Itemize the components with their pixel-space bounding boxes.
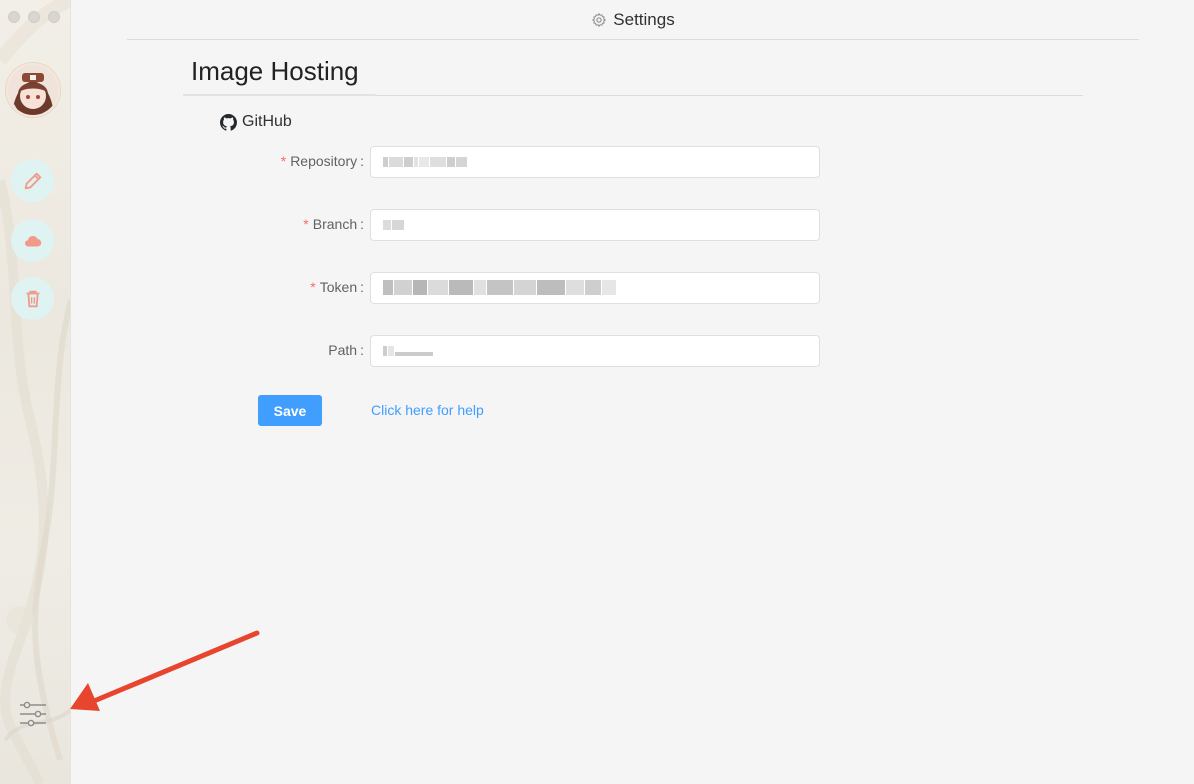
required-marker: * (280, 153, 287, 169)
app-window: Settings Image Hosting GitHub * Repositor… (0, 0, 1194, 784)
nav-cloud-button[interactable] (11, 219, 54, 262)
provider-label: GitHub (242, 113, 292, 130)
repository-label-text: Repository (290, 153, 358, 169)
required-marker: * (310, 279, 316, 295)
branch-label-text: Branch (312, 216, 358, 232)
help-link[interactable]: Click here for help (371, 402, 484, 418)
label-colon: : (360, 279, 364, 295)
repository-input[interactable] (370, 146, 820, 178)
label-colon: : (360, 153, 364, 169)
annotation-arrow (70, 630, 260, 711)
avatar[interactable] (6, 63, 60, 117)
path-input[interactable] (370, 335, 820, 367)
branch-label: * Branch: (303, 216, 364, 232)
nav-trash-button[interactable] (11, 277, 54, 320)
form-row-token: * Token: (200, 272, 820, 304)
heading-underline (183, 94, 375, 96)
token-label-text: Token (319, 279, 358, 295)
page-title: Image Hosting (191, 56, 359, 86)
close-window-button[interactable] (8, 11, 20, 23)
avatar-image (8, 65, 58, 115)
github-icon (220, 113, 237, 131)
settings-nav-button[interactable] (17, 699, 49, 729)
sidebar-background-art (0, 0, 70, 784)
branch-input[interactable] (370, 209, 820, 241)
provider-header: GitHub (220, 113, 292, 131)
section-heading: Image Hosting (183, 52, 1083, 96)
sidebar (0, 0, 71, 784)
label-colon: : (360, 342, 364, 358)
form-row-repository: * Repository: (200, 146, 820, 178)
cloud-icon (24, 235, 41, 247)
window-title: Settings (613, 9, 675, 29)
title-bar: Settings (127, 0, 1139, 40)
form-row-branch: * Branch: (200, 209, 820, 241)
sliders-icon (20, 701, 46, 727)
required-marker: * (303, 216, 309, 232)
zoom-window-button[interactable] (48, 11, 60, 23)
minimize-window-button[interactable] (28, 11, 40, 23)
nav-edit-button[interactable] (11, 159, 54, 202)
pencil-icon (24, 172, 41, 189)
window-controls (8, 11, 60, 23)
form-row-path: Path: (200, 335, 820, 367)
token-label: * Token: (310, 279, 364, 295)
token-input[interactable] (370, 272, 820, 304)
trash-icon (26, 290, 39, 307)
repository-label: * Repository: (281, 153, 364, 169)
gear-icon (592, 12, 607, 27)
path-label: Path: (324, 342, 364, 358)
label-colon: : (360, 216, 364, 232)
path-label-text: Path (328, 342, 358, 358)
save-button[interactable]: Save (258, 395, 322, 426)
